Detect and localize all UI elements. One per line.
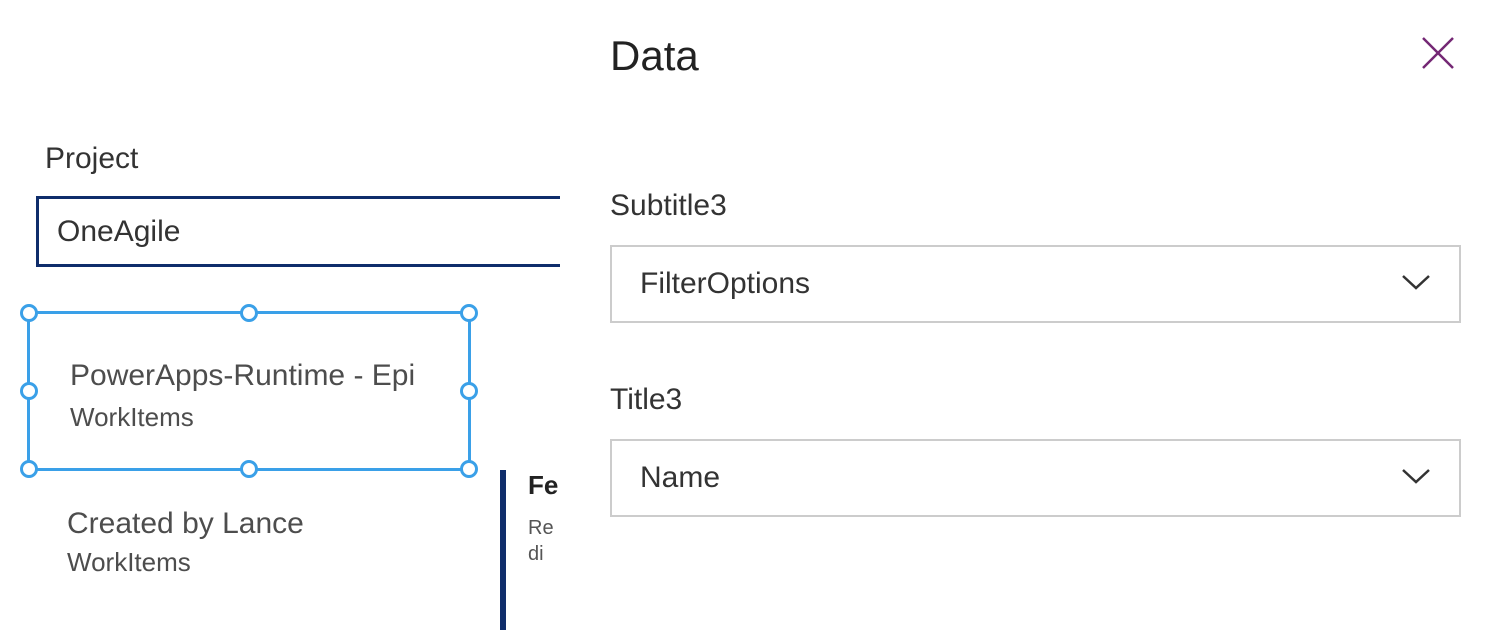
chevron-down-icon [1401, 468, 1431, 489]
resize-handle-top-right[interactable] [460, 304, 478, 322]
preview-strip: Fe Re di [500, 470, 560, 630]
panel-header: Data [560, 0, 1511, 81]
gallery-item[interactable]: Created by Lance WorkItems [67, 507, 304, 578]
data-panel: Data Subtitle3 FilterOptions Title3 Name [560, 0, 1511, 637]
canvas-area: Project PowerApps-Runtime - Epi WorkItem… [0, 0, 560, 637]
resize-handle-middle-left[interactable] [20, 382, 38, 400]
dropdown-value: FilterOptions [640, 267, 810, 301]
preview-line: di [528, 541, 560, 567]
field-group-title3: Title3 Name [560, 383, 1511, 517]
panel-title: Data [610, 32, 699, 80]
chevron-down-icon [1401, 274, 1431, 295]
resize-handle-bottom-middle[interactable] [240, 460, 258, 478]
preview-line: Re [528, 515, 560, 541]
field-label: Subtitle3 [610, 189, 1461, 223]
resize-handle-bottom-left[interactable] [20, 460, 38, 478]
selected-gallery-item[interactable]: PowerApps-Runtime - Epi WorkItems [27, 311, 471, 471]
close-icon [1419, 59, 1457, 76]
field-label: Title3 [610, 383, 1461, 417]
project-input[interactable] [36, 196, 560, 267]
gallery-item-subtitle: WorkItems [67, 547, 304, 578]
title3-dropdown[interactable]: Name [610, 439, 1461, 517]
project-label: Project [45, 142, 138, 176]
field-group-subtitle3: Subtitle3 FilterOptions [560, 189, 1511, 323]
resize-handle-top-middle[interactable] [240, 304, 258, 322]
gallery-item-subtitle: WorkItems [70, 402, 194, 433]
dropdown-value: Name [640, 461, 720, 495]
subtitle3-dropdown[interactable]: FilterOptions [610, 245, 1461, 323]
close-button[interactable] [1415, 30, 1461, 81]
resize-handle-top-left[interactable] [20, 304, 38, 322]
gallery-item-title: Created by Lance [67, 507, 304, 541]
gallery-item-title: PowerApps-Runtime - Epi [70, 359, 465, 393]
preview-heading: Fe [528, 470, 560, 501]
resize-handle-bottom-right[interactable] [460, 460, 478, 478]
